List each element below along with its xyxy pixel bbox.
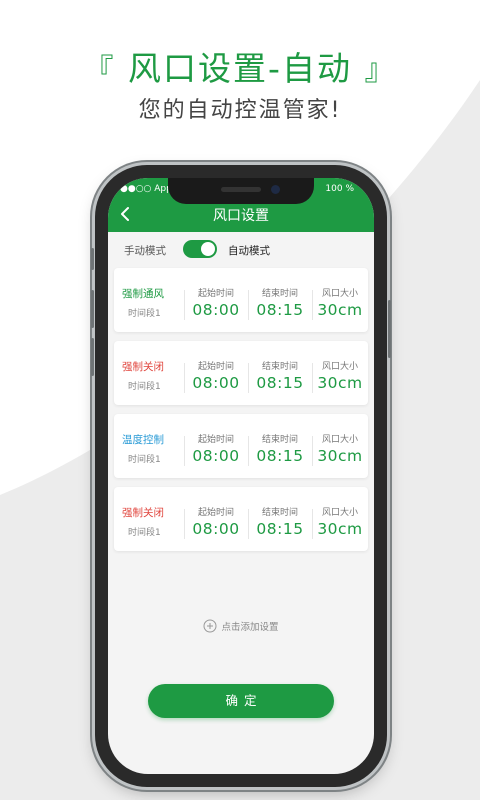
vent-size-header: 风口大小 [321,435,358,445]
start-time-col[interactable]: 起始时间 08:00 [184,487,248,551]
auto-mode-label[interactable]: 自动模式 [228,243,270,258]
speaker [221,187,261,192]
phone-notch [168,178,314,204]
phone-side-button [91,338,94,376]
mode-switch-row: 手动模式 自动模式 [108,238,374,262]
card-mode-label: 强制关闭 [122,361,164,373]
schedule-card[interactable]: 强制关闭 时间段1 起始时间 08:00 结束时间 08:15 风口大小 30c… [114,487,368,551]
end-time-col[interactable]: 结束时间 08:15 [248,487,312,551]
end-time-value: 08:15 [256,520,304,538]
start-time-col[interactable]: 起始时间 08:00 [184,268,248,332]
start-time-col[interactable]: 起始时间 08:00 [184,341,248,405]
card-slot-label: 时间段1 [128,528,161,538]
vent-size-value: 30cm [317,447,363,465]
manual-mode-label[interactable]: 手动模式 [124,243,166,258]
card-mode-label: 强制关闭 [122,507,164,519]
end-time-value: 08:15 [256,301,304,319]
start-time-value: 08:00 [192,374,240,392]
end-time-col[interactable]: 结束时间 08:15 [248,414,312,478]
add-setting-row: 点击添加设置 [108,618,374,638]
start-time-header: 起始时间 [197,508,234,518]
end-time-header: 结束时间 [261,289,298,299]
vent-size-header: 风口大小 [321,289,358,299]
start-time-value: 08:00 [192,447,240,465]
vent-size-col[interactable]: 风口大小 30cm [312,341,368,405]
end-time-col[interactable]: 结束时间 08:15 [248,268,312,332]
phone-side-button [91,290,94,328]
status-carrier: ●●○○ Applica [120,184,168,194]
add-setting-button[interactable]: 点击添加设置 [203,619,279,633]
mode-toggle[interactable] [183,240,217,258]
schedule-card[interactable]: 温度控制 时间段1 起始时间 08:00 结束时间 08:15 风口大小 30c… [114,414,368,478]
bracket-left: 『 [83,53,116,88]
add-setting-label: 点击添加设置 [221,622,279,633]
promo-title: 『 风口设置-自动 』 [0,42,480,90]
phone-screen: ●●○○ Applica 100 % 风口设置 手动模式 自动模式 强制通风 时… [108,178,374,774]
camera [271,185,280,194]
vent-size-col[interactable]: 风口大小 30cm [312,487,368,551]
start-time-value: 08:00 [192,520,240,538]
phone-side-button [388,300,391,358]
card-mode-label: 强制通风 [122,288,164,300]
schedule-card[interactable]: 强制通风 时间段1 起始时间 08:00 结束时间 08:15 风口大小 30c… [114,268,368,332]
start-time-value: 08:00 [192,301,240,319]
end-time-value: 08:15 [256,374,304,392]
toggle-knob [201,242,215,256]
status-battery: 100 % [325,184,354,194]
start-time-header: 起始时间 [197,289,234,299]
phone-side-button [91,248,94,270]
vent-size-header: 风口大小 [321,362,358,372]
promo-subtitle: 您的自动控温管家! [138,98,342,123]
start-time-header: 起始时间 [197,435,234,445]
start-time-header: 起始时间 [197,362,234,372]
bracket-right: 』 [364,53,397,88]
vent-size-value: 30cm [317,301,363,319]
end-time-header: 结束时间 [261,362,298,372]
confirm-button[interactable]: 确定 [148,684,334,718]
card-mode-label: 温度控制 [122,434,164,446]
vent-size-header: 风口大小 [321,508,358,518]
end-time-col[interactable]: 结束时间 08:15 [248,341,312,405]
card-slot-label: 时间段1 [128,382,161,392]
app-title: 风口设置 [213,208,269,224]
vent-size-value: 30cm [317,374,363,392]
vent-size-value: 30cm [317,520,363,538]
card-slot-label: 时间段1 [128,455,161,465]
vent-size-col[interactable]: 风口大小 30cm [312,268,368,332]
end-time-header: 结束时间 [261,508,298,518]
schedule-card[interactable]: 强制关闭 时间段1 起始时间 08:00 结束时间 08:15 风口大小 30c… [114,341,368,405]
card-slot-label: 时间段1 [128,309,161,319]
vent-size-col[interactable]: 风口大小 30cm [312,414,368,478]
start-time-col[interactable]: 起始时间 08:00 [184,414,248,478]
promo-title-text: 风口设置-自动 [128,49,352,88]
plus-circle-icon [203,619,217,633]
end-time-value: 08:15 [256,447,304,465]
end-time-header: 结束时间 [261,435,298,445]
